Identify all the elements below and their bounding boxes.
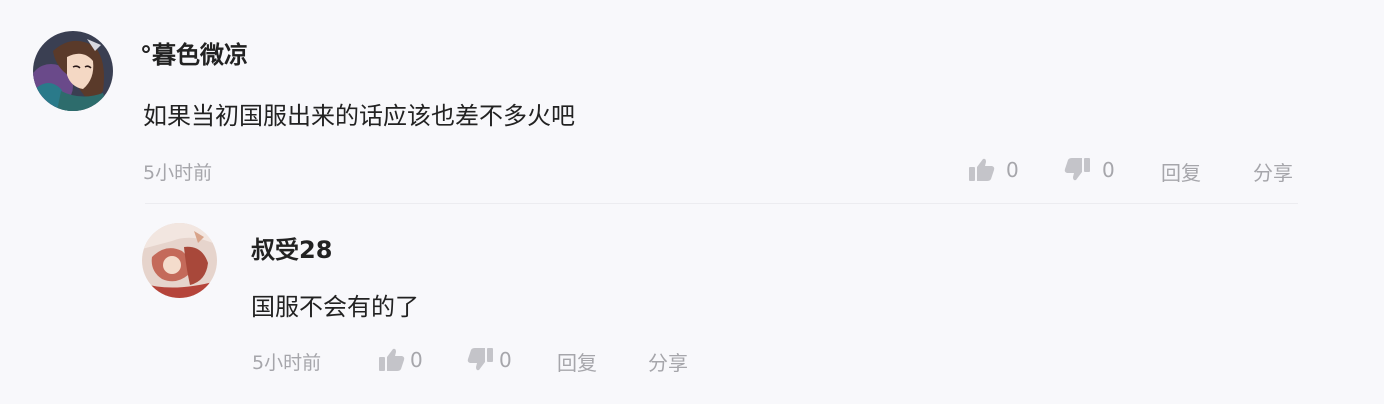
comment-username[interactable]: °暮色微凉 bbox=[140, 35, 248, 70]
dislike-count: 0 bbox=[499, 347, 512, 372]
reply-share-button[interactable]: 分享 bbox=[648, 347, 688, 376]
thumbs-up-icon bbox=[968, 157, 995, 182]
thumbs-down-icon bbox=[1064, 157, 1091, 182]
thumbs-up-icon bbox=[378, 347, 405, 372]
dislike-count: 0 bbox=[1102, 157, 1115, 182]
reply-username[interactable]: 叔受28 bbox=[251, 230, 332, 265]
reply-reply-button[interactable]: 回复 bbox=[557, 347, 597, 376]
comment-share-button[interactable]: 分享 bbox=[1253, 157, 1293, 186]
comment-like-button[interactable]: 0 bbox=[968, 157, 1019, 182]
reply-like-button[interactable]: 0 bbox=[378, 347, 423, 372]
comment-dislike-button[interactable]: 0 bbox=[1064, 157, 1115, 182]
comment-timestamp: 5小时前 bbox=[143, 162, 213, 184]
thumbs-down-icon bbox=[467, 347, 494, 372]
reply-text: 国服不会有的了 bbox=[251, 293, 419, 321]
divider bbox=[145, 203, 1298, 204]
reply-avatar[interactable] bbox=[142, 223, 217, 298]
like-count: 0 bbox=[410, 347, 423, 372]
avatar[interactable] bbox=[33, 31, 113, 111]
comment-text: 如果当初国服出来的话应该也差不多火吧 bbox=[143, 102, 575, 130]
comment-reply-button[interactable]: 回复 bbox=[1161, 157, 1201, 186]
like-count: 0 bbox=[1006, 157, 1019, 182]
reply-timestamp: 5小时前 bbox=[252, 352, 322, 374]
reply-dislike-button[interactable]: 0 bbox=[467, 347, 512, 372]
